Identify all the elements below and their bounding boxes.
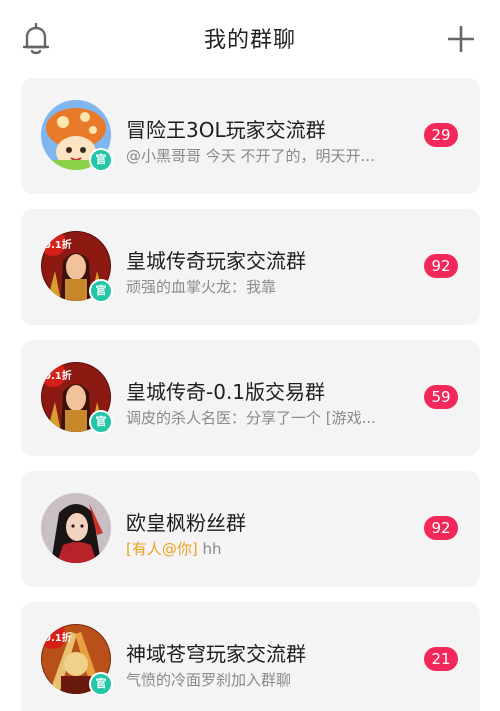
header: 我的群聊 bbox=[0, 0, 500, 78]
page-title: 我的群聊 bbox=[203, 28, 296, 53]
unread-count-badge: 59 bbox=[424, 385, 458, 409]
official-badge: 官 bbox=[89, 148, 113, 172]
last-message: 调皮的杀人名医：分享了一个 [游戏... bbox=[126, 409, 376, 427]
group-name: 皇城传奇玩家交流群 bbox=[126, 249, 306, 273]
group-name: 冒险王3OL玩家交流群 bbox=[126, 118, 326, 142]
official-badge: 官 bbox=[89, 410, 113, 434]
plus-icon[interactable] bbox=[448, 26, 474, 52]
avatar-tag-text: 0.1折 bbox=[44, 238, 72, 251]
unread-count-badge: 29 bbox=[424, 123, 458, 147]
group-item[interactable]: 0.1折 官 神域苍穹玩家交流群 气愤的冷面罗刹加入群聊 21 bbox=[21, 602, 480, 711]
last-message: 气愤的冷面罗刹加入群聊 bbox=[126, 671, 292, 689]
unread-count-badge: 92 bbox=[424, 516, 458, 540]
group-item[interactable]: 欧皇枫粉丝群 [有人@你] hh 92 bbox=[21, 471, 480, 587]
unread-count-badge: 21 bbox=[424, 647, 458, 671]
last-message: [有人@你] hh bbox=[126, 540, 222, 558]
unread-count-badge: 92 bbox=[424, 254, 458, 278]
avatar-tag-text: 0.1折 bbox=[44, 631, 72, 644]
group-avatar bbox=[41, 493, 111, 563]
last-message: @小黑哥哥 今天 不开了的，明天开... bbox=[126, 147, 375, 165]
group-item[interactable]: 官 冒险王3OL玩家交流群 @小黑哥哥 今天 不开了的，明天开... 29 bbox=[21, 78, 480, 194]
official-badge: 官 bbox=[89, 672, 113, 696]
last-message: 顽强的血掌火龙：我靠 bbox=[126, 278, 277, 296]
group-item[interactable]: 0.1折 官 皇城传奇玩家交流群 顽强的血掌火龙：我靠 92 bbox=[21, 209, 480, 325]
official-badge: 官 bbox=[89, 279, 113, 303]
group-list: 官 冒险王3OL玩家交流群 @小黑哥哥 今天 不开了的，明天开... 29 0.… bbox=[21, 78, 480, 711]
mention-tag: [有人@你] bbox=[126, 540, 198, 558]
group-name: 欧皇枫粉丝群 bbox=[126, 511, 246, 535]
group-name: 皇城传奇-0.1版交易群 bbox=[126, 380, 326, 404]
avatar-tag-text: 0.1折 bbox=[44, 369, 72, 382]
group-name: 神域苍穹玩家交流群 bbox=[126, 642, 306, 666]
group-item[interactable]: 0.1折 官 皇城传奇-0.1版交易群 调皮的杀人名医：分享了一个 [游戏...… bbox=[21, 340, 480, 456]
